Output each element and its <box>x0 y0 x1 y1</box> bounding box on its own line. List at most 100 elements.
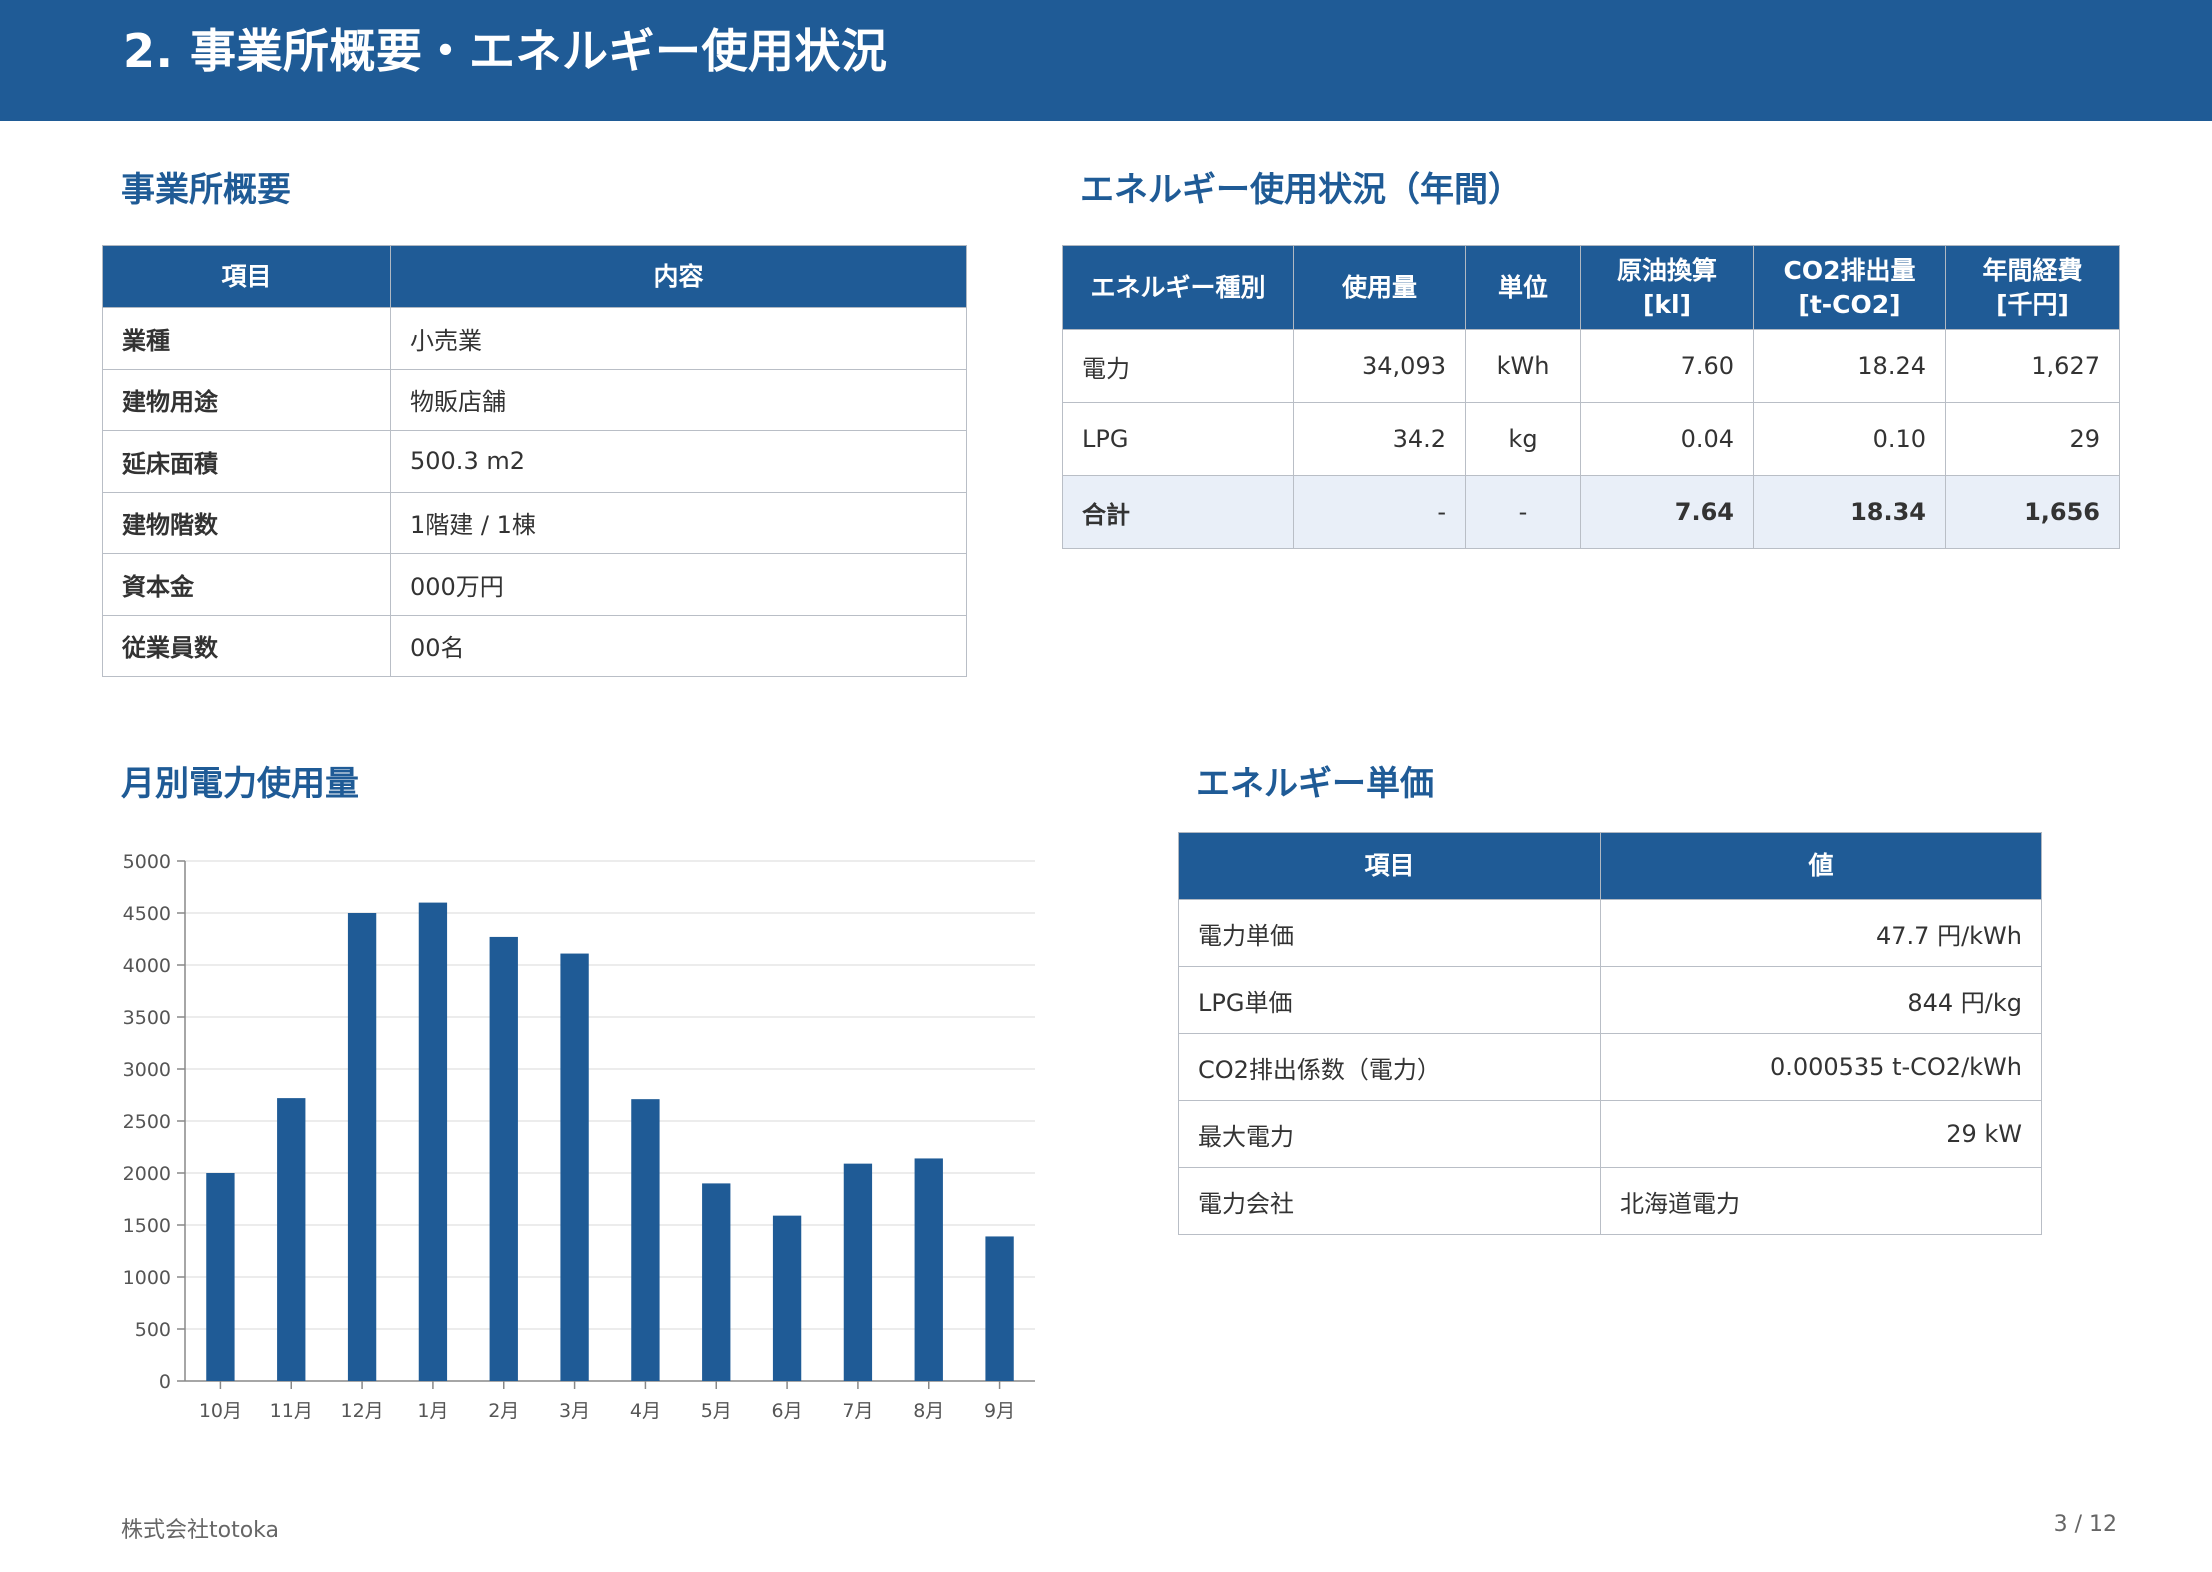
price-value: 0.000535 t-CO2/kWh <box>1600 1033 2042 1101</box>
report-page: 2. 事業所概要・エネルギー使用状況 事業所概要 項目 内容 業種 小売業 建物用… <box>0 0 2212 1572</box>
office-label: 建物用途 <box>102 368 391 431</box>
energy-header-type: エネルギー種別 <box>1062 245 1294 330</box>
header-unit-line: [千円] <box>1996 289 2069 319</box>
table-row: 業種 小売業 <box>102 307 967 370</box>
table-row: LPG 34.2 kg 0.04 0.10 29 <box>1062 402 2120 476</box>
y-tick-label: 5000 <box>123 851 171 873</box>
energy-header-cost: 年間経費 [千円] <box>1945 245 2120 330</box>
energy-header-co2: CO2排出量 [t-CO2] <box>1753 245 1946 330</box>
bar <box>631 1099 660 1381</box>
energy-table: エネルギー種別 使用量 単位 原油換算 [kl] CO2排出量 [t-CO2] 年間… <box>1062 245 2120 549</box>
x-tick-label: 7月 <box>842 1400 873 1422</box>
y-tick-label: 500 <box>135 1319 171 1341</box>
energy-usage: 34.2 <box>1293 402 1466 476</box>
footer-company: 株式会社totoka <box>121 1518 280 1543</box>
price-table: 項目 値 電力単価 47.7 円/kWh LPG単価 844 円/kg CO2排出係… <box>1178 832 2042 1235</box>
bar <box>560 953 589 1381</box>
x-tick-label: 11月 <box>270 1400 313 1422</box>
y-tick-label: 1500 <box>123 1215 171 1237</box>
office-section-title: 事業所概要 <box>121 170 291 210</box>
y-tick-label: 4000 <box>123 955 171 977</box>
energy-header-usage: 使用量 <box>1293 245 1466 330</box>
header-line: 単位 <box>1497 272 1548 302</box>
total-unit: - <box>1465 475 1581 549</box>
x-tick-label: 3月 <box>559 1400 590 1422</box>
monthly-section-title: 月別電力使用量 <box>121 764 359 804</box>
x-tick-label: 12月 <box>340 1400 383 1422</box>
total-row: 合計 - - 7.64 18.34 1,656 <box>1062 475 2120 549</box>
x-tick-label: 5月 <box>701 1400 732 1422</box>
table-row: CO2排出係数（電力） 0.000535 t-CO2/kWh <box>1178 1033 2042 1101</box>
footer-page-number: 3 / 12 <box>2053 1512 2117 1537</box>
energy-usage: 34,093 <box>1293 329 1466 403</box>
bar <box>985 1236 1014 1381</box>
energy-type: 電力 <box>1062 329 1294 403</box>
office-header-content: 内容 <box>390 245 967 308</box>
energy-header-crude: 原油換算 [kl] <box>1580 245 1754 330</box>
office-value: 小売業 <box>390 307 967 370</box>
y-tick-label: 3000 <box>123 1059 171 1081</box>
x-tick-label: 8月 <box>913 1400 944 1422</box>
office-label: 資本金 <box>102 553 391 616</box>
price-label: CO2排出係数（電力） <box>1178 1033 1601 1101</box>
y-tick-label: 2500 <box>123 1111 171 1133</box>
table-row: 電力 34,093 kWh 7.60 18.24 1,627 <box>1062 329 2120 403</box>
office-table-header: 項目 内容 <box>102 245 967 308</box>
office-label: 延床面積 <box>102 430 391 493</box>
price-label: 電力単価 <box>1178 899 1601 967</box>
x-tick-label: 6月 <box>772 1400 803 1422</box>
page-title: 2. 事業所概要・エネルギー使用状況 <box>123 24 888 78</box>
table-row: 建物階数 1階建 / 1棟 <box>102 491 967 554</box>
total-crude: 7.64 <box>1580 475 1754 549</box>
header-line: 年間経費 <box>1982 255 2083 285</box>
price-section-title: エネルギー単価 <box>1196 764 1434 804</box>
office-value: 00名 <box>390 614 967 677</box>
bar <box>914 1158 943 1381</box>
header-line: 使用量 <box>1341 272 1417 302</box>
bar <box>277 1098 306 1381</box>
y-tick-label: 3500 <box>123 1007 171 1029</box>
y-tick-label: 4500 <box>123 903 171 925</box>
bar <box>206 1173 235 1381</box>
energy-header-unit: 単位 <box>1465 245 1581 330</box>
x-tick-label: 1月 <box>417 1400 448 1422</box>
x-tick-label: 4月 <box>630 1400 661 1422</box>
energy-table-header: エネルギー種別 使用量 単位 原油換算 [kl] CO2排出量 [t-CO2] 年間… <box>1062 245 2120 330</box>
bar <box>347 913 377 1381</box>
price-value: 47.7 円/kWh <box>1600 899 2042 967</box>
office-value: 500.3 m2 <box>390 430 967 493</box>
monthly-usage-chart: 0 500 1000 1500 2000 2500 3000 3500 4000 4500 5000… <box>123 851 1035 1422</box>
bar <box>489 936 518 1381</box>
price-label: LPG単価 <box>1178 966 1601 1034</box>
energy-section-title: エネルギー使用状況（年間） <box>1080 170 1522 210</box>
table-row: 最大電力 29 kW <box>1178 1100 2042 1168</box>
price-label: 最大電力 <box>1178 1100 1601 1168</box>
header-unit-line: [t-CO2] <box>1798 289 1901 319</box>
energy-co2: 0.10 <box>1753 402 1946 476</box>
office-value: 物販店舗 <box>390 368 967 431</box>
x-tick-label: 2月 <box>488 1400 519 1422</box>
office-label: 従業員数 <box>102 614 391 677</box>
office-label: 業種 <box>102 307 391 370</box>
total-cost: 1,656 <box>1945 475 2120 549</box>
y-tick-label: 2000 <box>123 1163 171 1185</box>
office-label: 建物階数 <box>102 491 391 554</box>
price-header-item: 項目 <box>1178 832 1601 900</box>
energy-type: LPG <box>1062 402 1294 476</box>
office-table: 項目 内容 業種 小売業 建物用途 物販店舗 延床面積 500.3 m2 建物階数 1階… <box>102 245 967 677</box>
energy-crude: 7.60 <box>1580 329 1754 403</box>
energy-unit: kg <box>1465 402 1581 476</box>
energy-unit: kWh <box>1465 329 1581 403</box>
table-row: 電力単価 47.7 円/kWh <box>1178 899 2042 967</box>
header-line: エネルギー種別 <box>1090 272 1266 302</box>
header-line: CO2排出量 <box>1783 255 1916 285</box>
office-value: 1階建 / 1棟 <box>390 491 967 554</box>
table-row: 従業員数 00名 <box>102 614 967 677</box>
price-value: 北海道電力 <box>1600 1167 2042 1235</box>
total-co2: 18.34 <box>1753 475 1946 549</box>
bar <box>843 1163 873 1381</box>
price-header-value: 値 <box>1600 832 2042 900</box>
x-tick-label: 9月 <box>984 1400 1015 1422</box>
x-tick-label: 10月 <box>199 1400 242 1422</box>
bar <box>418 902 448 1381</box>
